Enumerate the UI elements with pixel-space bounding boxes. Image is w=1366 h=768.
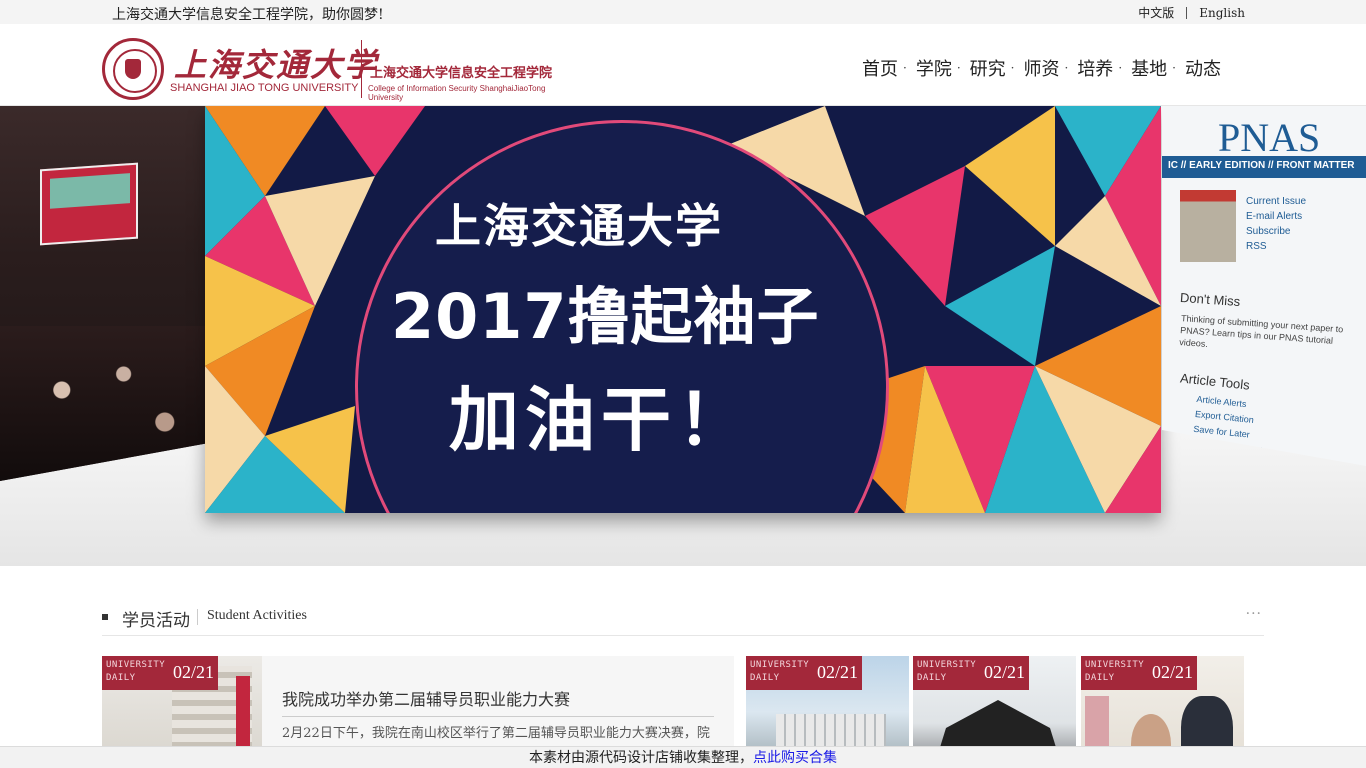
section-title-cn: 学员活动	[122, 611, 190, 631]
slide-headline-2: 2017撸起袖子	[391, 280, 820, 353]
nav-separator: ·	[903, 61, 907, 75]
university-daily-label: UNIVERSITY DAILY	[917, 660, 977, 683]
section-title-divider	[197, 609, 198, 625]
nav-item-research[interactable]: 研究 ·	[970, 55, 1024, 81]
news-date: 02/21	[816, 662, 858, 682]
section-title-en: Student Activities	[207, 608, 307, 623]
next-slide[interactable]: PNAS IC // EARLY EDITION // FRONT MATTER…	[1162, 106, 1366, 466]
nav-item-home[interactable]: 首页 ·	[862, 55, 916, 81]
language-switcher: 中文版 English	[1138, 4, 1245, 21]
conference-screen-image	[40, 162, 138, 246]
nav-item-label: 首页	[862, 59, 898, 80]
pnas-link: E-mail Alerts	[1246, 211, 1303, 222]
top-bar: 上海交通大学信息安全工程学院，助你圆梦! 中文版 English	[0, 0, 1366, 24]
logo-university-cn: 上海交通大学	[174, 46, 379, 84]
nav-item-label: 培养	[1077, 59, 1114, 80]
nav-separator: ·	[1172, 61, 1176, 75]
date-tag: UNIVERSITY DAILY 02/21	[1081, 656, 1197, 690]
news-date: 02/21	[172, 662, 214, 682]
lang-divider	[1186, 6, 1188, 19]
pnas-dont-miss-heading: Don't Miss	[1179, 289, 1241, 310]
logo-divider	[361, 40, 362, 98]
university-emblem-icon	[102, 38, 164, 100]
nav-item-label: 基地	[1131, 59, 1168, 80]
pnas-dont-miss-text: Thinking of submitting your next paper t…	[1179, 313, 1344, 350]
date-tag: UNIVERSITY DAILY 02/21	[746, 656, 862, 690]
banner-carousel: 上海交通大学 2017撸起袖子 加油干！ PNAS IC // EARLY ED…	[0, 106, 1366, 566]
date-tag: UNIVERSITY DAILY 02/21	[102, 656, 218, 690]
site-header: 上海交通大学 SHANGHAI JIAO TONG UNIVERSITY 上海交…	[0, 24, 1366, 106]
slide-headline-3: 加油干！	[449, 379, 753, 461]
lang-cn-link[interactable]: 中文版	[1138, 4, 1174, 21]
news-date: 02/21	[1151, 662, 1193, 682]
pnas-cover-image	[1180, 190, 1236, 262]
nav-item-label: 研究	[969, 59, 1006, 80]
purchase-link[interactable]: 点此购买合集	[753, 750, 837, 766]
more-dots-icon[interactable]: ···	[1246, 606, 1262, 622]
pnas-title: PNAS	[1218, 115, 1321, 160]
nav-item-faculty[interactable]: 师资 ·	[1023, 55, 1077, 81]
university-daily-label: UNIVERSITY DAILY	[106, 660, 166, 683]
nav-item-news[interactable]: 动态	[1185, 55, 1221, 81]
notice-text: 本素材由源代码设计店铺收集整理，	[529, 750, 753, 766]
featured-news-summary: 2月22日下午，我院在南山校区举行了第二届辅导员职业能力大赛决赛，院	[282, 726, 710, 741]
nav-separator: ·	[1010, 61, 1015, 75]
university-daily-label: UNIVERSITY DAILY	[750, 660, 810, 683]
pnas-link: RSS	[1246, 241, 1267, 252]
date-tag: UNIVERSITY DAILY 02/21	[913, 656, 1029, 690]
pnas-tools-list: Article Alerts Export Citation Save for …	[1191, 392, 1277, 460]
pnas-article-tools-heading: Article Tools	[1179, 370, 1251, 393]
nav-item-label: 学院	[915, 59, 952, 80]
slogan: 上海交通大学信息安全工程学院，助你圆梦!	[112, 7, 384, 23]
nav-item-label: 动态	[1184, 59, 1221, 80]
pnas-link: Subscribe	[1246, 226, 1291, 237]
pnas-link: Current Issue	[1246, 196, 1307, 207]
nav-separator: ·	[1118, 61, 1123, 75]
news-date: 02/21	[983, 662, 1025, 682]
pnas-header-bar: IC // EARLY EDITION // FRONT MATTER	[1162, 156, 1366, 178]
prev-slide[interactable]	[0, 106, 206, 481]
audience-image	[0, 326, 206, 481]
nav-item-label: 师资	[1023, 59, 1060, 80]
nav-item-base[interactable]: 基地 ·	[1131, 55, 1185, 81]
main-nav: 首页 · 学院 · 研究 · 师资 · 培养 · 基地 · 动态	[862, 55, 1221, 81]
nav-item-training[interactable]: 培养 ·	[1077, 55, 1131, 81]
logo-college-en: College of Information Security Shanghai…	[368, 84, 546, 102]
square-bullet-icon	[102, 614, 108, 620]
logo-college-cn: 上海交通大学信息安全工程学院	[370, 66, 553, 81]
active-slide[interactable]: 上海交通大学 2017撸起袖子 加油干！	[205, 106, 1161, 513]
featured-news-title[interactable]: 我院成功举办第二届辅导员职业能力大赛	[282, 686, 570, 710]
university-logo[interactable]: 上海交通大学 SHANGHAI JIAO TONG UNIVERSITY 上海交…	[102, 38, 572, 104]
lang-en-link[interactable]: English	[1199, 6, 1245, 20]
news-divider	[282, 716, 714, 717]
logo-university-en: SHANGHAI JIAO TONG UNIVERSITY	[170, 82, 359, 94]
university-daily-label: UNIVERSITY DAILY	[1085, 660, 1145, 683]
nav-separator: ·	[1064, 61, 1069, 75]
slide-headline-1: 上海交通大学	[435, 199, 723, 253]
pnas-links: Current Issue E-mail Alerts Subscribe RS…	[1246, 194, 1306, 254]
student-activities-header: 学员活动 Student Activities ···	[102, 606, 1264, 636]
bottom-notice-bar: 本素材由源代码设计店铺收集整理，点此购买合集	[0, 746, 1366, 768]
nav-separator: ·	[956, 61, 961, 75]
nav-item-college[interactable]: 学院 ·	[916, 55, 970, 81]
